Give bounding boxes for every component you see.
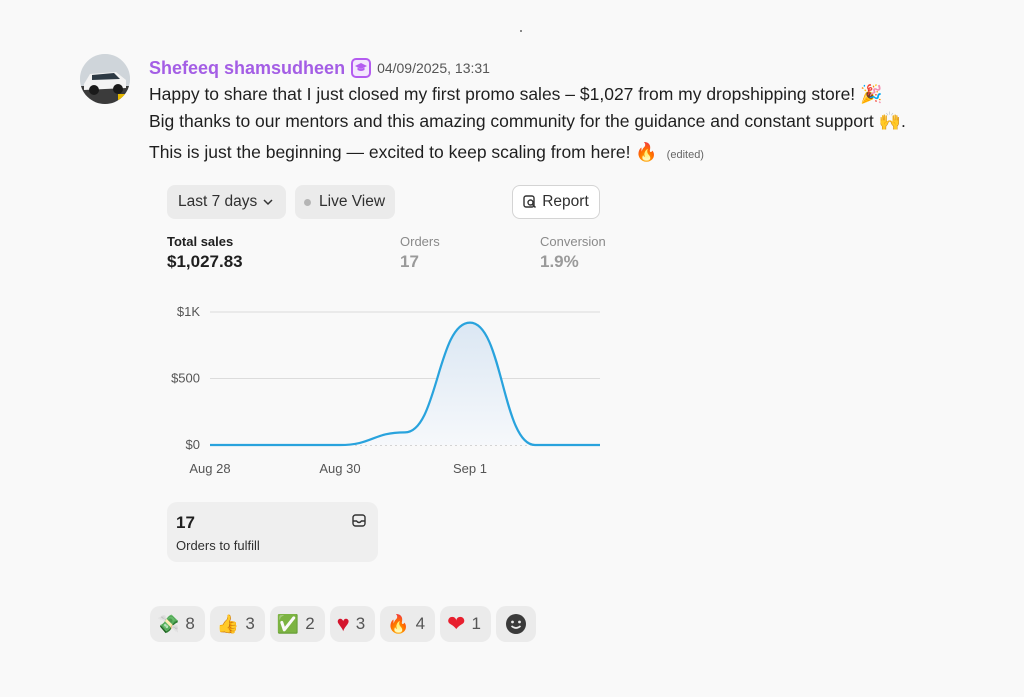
separator-dot bbox=[520, 30, 522, 32]
fulfill-label: Orders to fulfill bbox=[176, 538, 260, 553]
message-header: Shefeeq shamsudheen 04/09/2025, 13:31 bbox=[149, 56, 490, 80]
raised-hands-emoji: 🙌 bbox=[878, 111, 902, 131]
reaction-button[interactable]: ✅ 2 bbox=[269, 606, 325, 642]
live-view-button[interactable]: Live View bbox=[295, 185, 395, 219]
fire-emoji: 🔥 bbox=[635, 142, 658, 162]
reaction-emoji: ♥ bbox=[336, 611, 350, 636]
reaction-button[interactable]: 🔥 4 bbox=[380, 606, 436, 642]
reaction-button[interactable]: 👍 3 bbox=[209, 606, 265, 642]
reaction-emoji: 👍 bbox=[216, 613, 240, 634]
reaction-count: 3 bbox=[355, 614, 366, 633]
username[interactable]: Shefeeq shamsudheen bbox=[149, 58, 345, 79]
timestamp: 04/09/2025, 13:31 bbox=[377, 60, 490, 76]
y-tick-label: $500 bbox=[171, 371, 200, 386]
car-avatar-image bbox=[80, 54, 130, 104]
report-button[interactable]: Report bbox=[512, 185, 600, 219]
reaction-emoji: 💸 bbox=[157, 613, 180, 634]
smiley-icon bbox=[506, 614, 526, 634]
y-tick-label: $1K bbox=[177, 304, 200, 319]
avatar[interactable] bbox=[80, 54, 130, 104]
x-tick-label: Aug 30 bbox=[319, 461, 360, 476]
y-tick-label: $0 bbox=[186, 437, 200, 452]
reactions-bar: 💸 8 👍 3 ✅ 2 ♥ 3 🔥 4 ❤ 1 bbox=[150, 606, 536, 642]
party-popper-emoji: 🎉 bbox=[860, 84, 883, 104]
sales-dashboard-screenshot: Last 7 days Live View Report Total sales… bbox=[150, 170, 620, 580]
report-search-icon bbox=[523, 195, 537, 209]
reaction-button[interactable]: ❤ 1 bbox=[440, 606, 491, 642]
x-tick-label: Sep 1 bbox=[453, 461, 487, 476]
reaction-button[interactable]: 💸 8 bbox=[150, 606, 205, 642]
message-line-2: Big thanks to our mentors and this amazi… bbox=[149, 111, 906, 131]
reaction-count: 1 bbox=[471, 614, 481, 633]
add-reaction-button[interactable] bbox=[496, 606, 536, 642]
metric-orders[interactable]: Orders 17 bbox=[400, 234, 440, 272]
date-range-dropdown[interactable]: Last 7 days bbox=[167, 185, 286, 219]
reaction-emoji: ✅ bbox=[276, 613, 300, 634]
graduation-cap-icon bbox=[351, 58, 372, 78]
fulfill-count: 17 bbox=[176, 513, 195, 532]
reaction-emoji: ❤ bbox=[447, 611, 466, 636]
reaction-count: 3 bbox=[245, 614, 255, 633]
metric-total-sales[interactable]: Total sales $1,027.83 bbox=[167, 234, 243, 272]
chevron-down-icon bbox=[263, 198, 273, 205]
sales-area-chart: $0 $500 $1K Aug 28 Aug 30 Sep 1 bbox=[171, 304, 600, 476]
message-line-3: This is just the beginning — excited to … bbox=[149, 142, 704, 162]
reaction-count: 4 bbox=[415, 614, 426, 633]
edited-label: (edited) bbox=[666, 149, 704, 161]
reaction-count: 8 bbox=[185, 614, 195, 633]
reaction-count: 2 bbox=[305, 614, 315, 633]
metric-conversion[interactable]: Conversion 1.9% bbox=[540, 234, 606, 272]
sales-line bbox=[210, 321, 600, 447]
inbox-icon bbox=[352, 514, 366, 527]
x-tick-label: Aug 28 bbox=[189, 461, 230, 476]
reaction-emoji: 🔥 bbox=[387, 613, 410, 634]
reaction-button[interactable]: ♥ 3 bbox=[329, 606, 376, 642]
sales-area-fill bbox=[210, 322, 600, 445]
orders-to-fulfill-card[interactable]: 17 Orders to fulfill bbox=[167, 502, 378, 562]
live-status-dot bbox=[304, 198, 311, 206]
message-line-1: Happy to share that I just closed my fir… bbox=[149, 84, 883, 104]
